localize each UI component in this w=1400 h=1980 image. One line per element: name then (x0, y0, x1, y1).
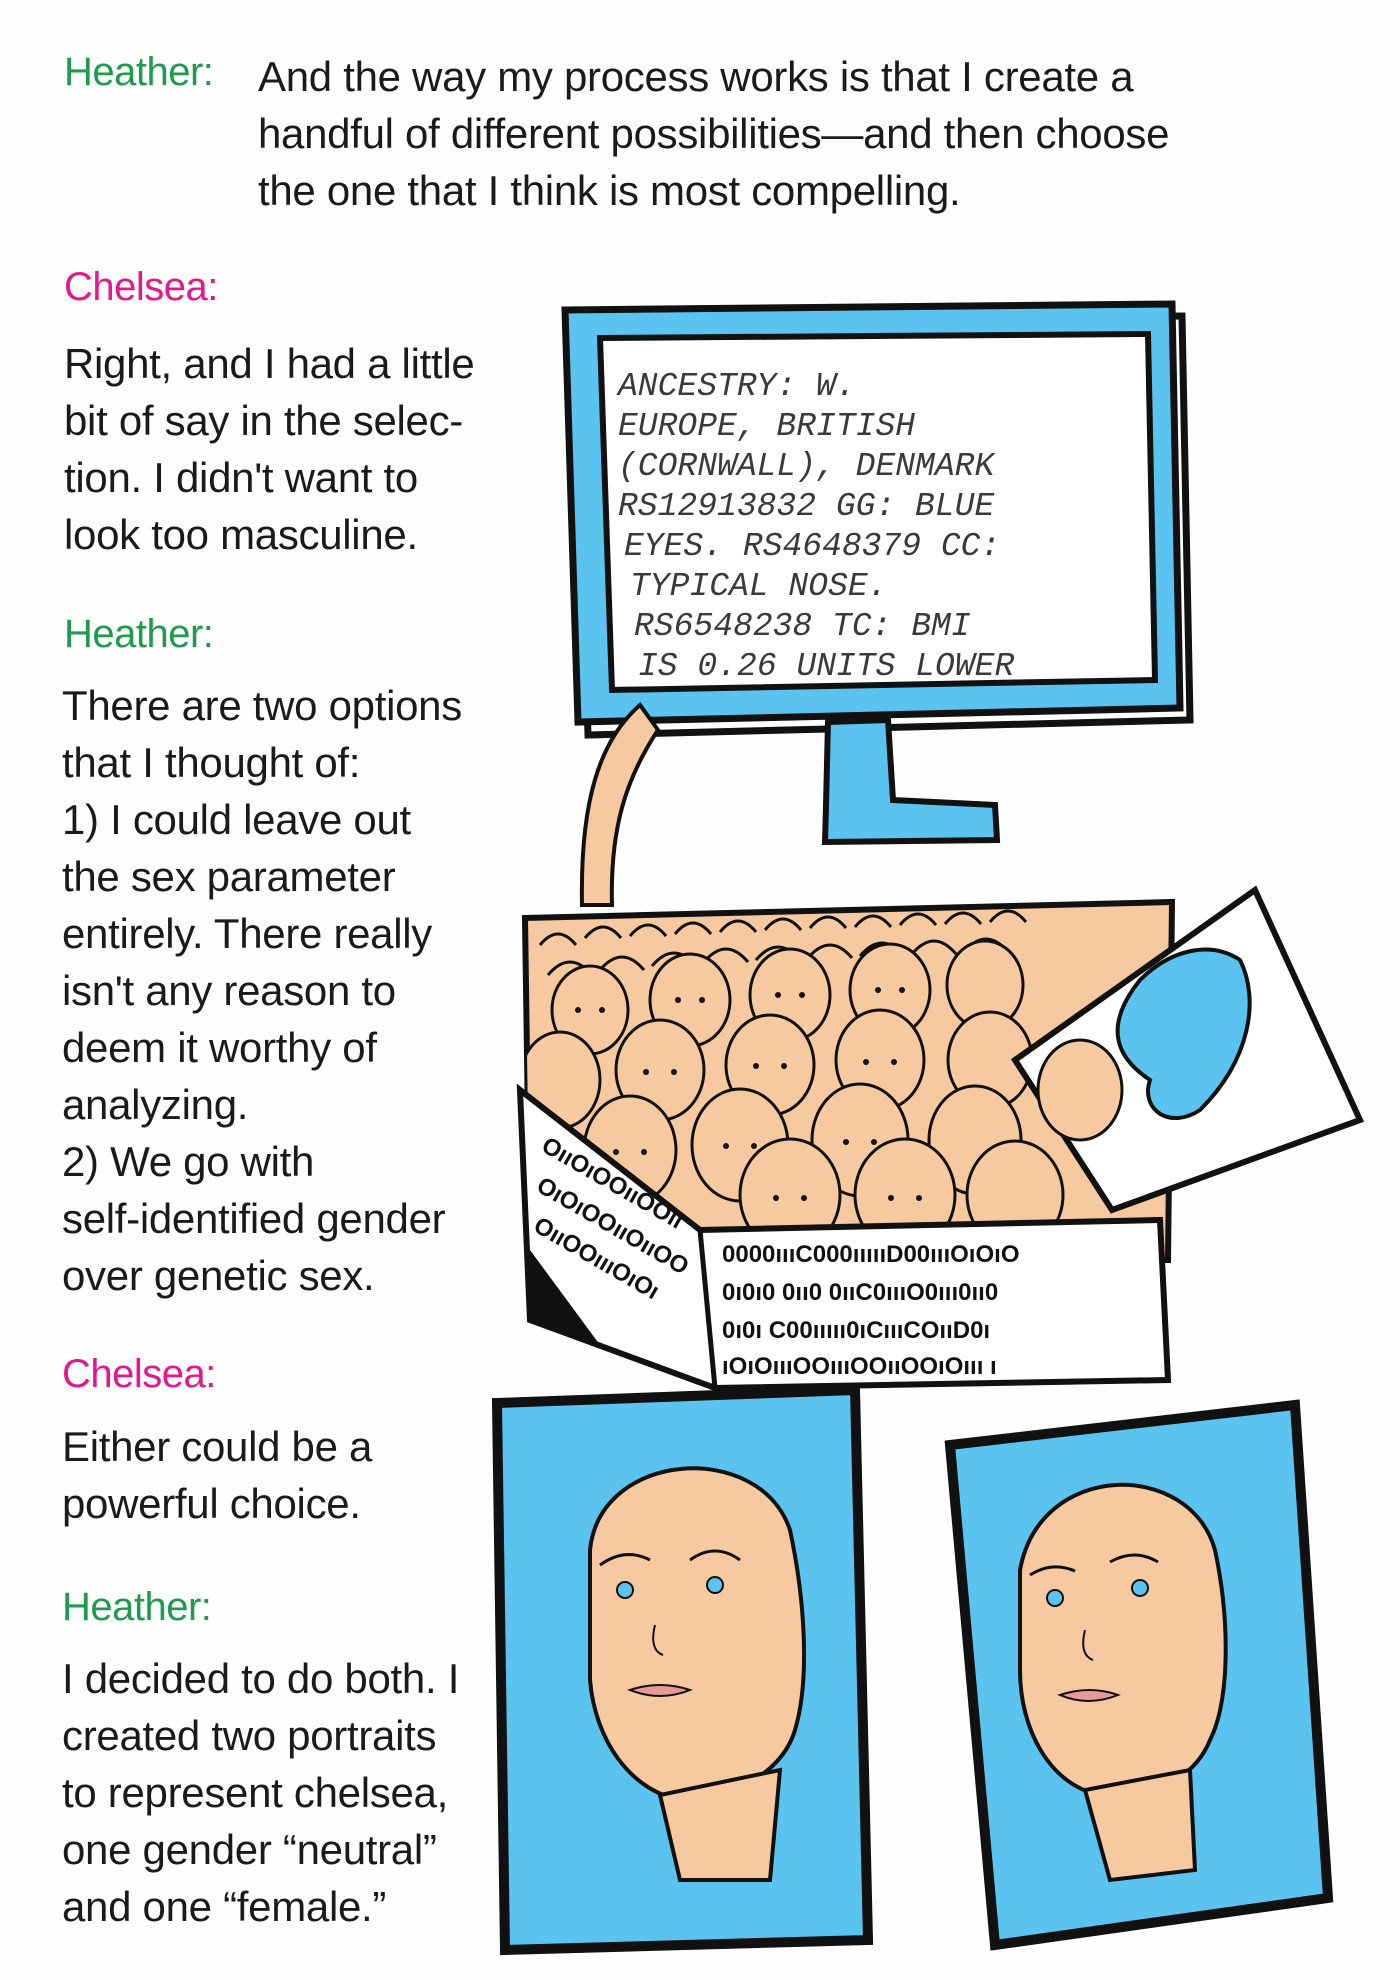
portrait-female (944, 1399, 1334, 1951)
top-line-3: the one that I think is most compelling. (258, 167, 961, 214)
chelsea-1-line-1: Right, and I had a little (64, 340, 475, 387)
chelsea-1-line-2: bit of say in the selec- (64, 397, 463, 444)
box-of-faces-illustration: 0000ıııC000ıııııD00ıııOıOıO 0ı0ı0 0ıı0 0… (516, 885, 1365, 1392)
heather-2-line-3: 1) I could leave out (62, 796, 411, 843)
dna-line-1: ANCESTRY: W. (616, 368, 856, 405)
chelsea-3-line-2: powerful choice. (62, 1480, 361, 1527)
heather-2-line-1: There are two options (62, 682, 462, 729)
portrait-neutral (491, 1384, 874, 1956)
chelsea-1-line-4: look too masculine. (64, 511, 418, 558)
speaker-heather-top: Heather: (64, 50, 214, 94)
dna-line-6: TYPICAL NOSE. (630, 568, 887, 605)
binary-row-2: 0ı0ı0 0ıı0 0ııC0ıııO0ııı0ıı0 (722, 1279, 998, 1306)
speaker-heather-2: Heather: (64, 612, 214, 656)
heather-2-line-6: isn't any reason to (62, 967, 396, 1014)
heather-4-line-4: one gender “neutral” (62, 1826, 437, 1873)
dna-line-3: (CORNWALL), DENMARK (618, 448, 996, 485)
heather-2-line-2: that I thought of: (62, 739, 361, 786)
dna-line-4: RS12913832 GG: BLUE (618, 488, 994, 525)
speaker-chelsea-1: Chelsea: (64, 265, 218, 309)
heather-2-line-5: entirely. There really (62, 910, 433, 957)
chelsea-3-line-1: Either could be a (62, 1423, 373, 1470)
heather-2-line-7: deem it worthy of (62, 1024, 377, 1071)
binary-row-1: 0000ıııC000ıııııD00ıııOıOıO (722, 1241, 1019, 1268)
heather-4-line-5: and one “female.” (62, 1883, 387, 1930)
heather-2-line-11: over genetic sex. (62, 1252, 375, 1299)
top-line-1: And the way my process works is that I c… (258, 53, 1134, 100)
heather-2-line-9: 2) We go with (62, 1138, 315, 1185)
binary-row-3: 0ı0ı C00ııııı0ıCıııCOııD0ı (722, 1317, 990, 1344)
dna-line-5: EYES. RS4648379 CC: (624, 528, 1000, 565)
speaker-chelsea-3: Chelsea: (62, 1352, 216, 1396)
heather-2-line-8: analyzing. (62, 1081, 249, 1128)
dna-line-2: EUROPE, BRITISH (618, 408, 915, 445)
top-line-2: handful of different possibilities—and t… (258, 110, 1170, 157)
heather-4-line-1: I decided to do both. I (62, 1655, 460, 1702)
dna-line-7: RS6548238 TC: BMI (634, 608, 971, 645)
heather-2-line-4: the sex parameter (62, 853, 396, 900)
speaker-heather-4: Heather: (62, 1585, 212, 1629)
heather-2-line-10: self-identified gender (62, 1195, 446, 1242)
heather-4-line-2: created two portraits (62, 1712, 437, 1759)
chelsea-1-line-3: tion. I didn't want to (64, 454, 418, 501)
binary-row-4: ıOıOıııOOıııOOııOOıOııı ı (722, 1353, 997, 1380)
heather-4-line-3: to represent chelsea, (62, 1769, 448, 1816)
dna-line-8: IS 0.26 UNITS LOWER (638, 648, 1014, 685)
